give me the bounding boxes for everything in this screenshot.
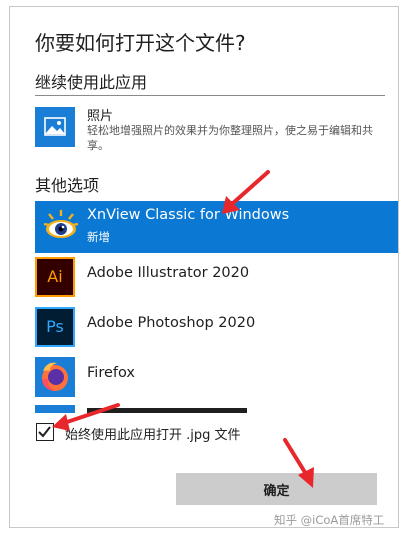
always-use-label: 始终使用此应用打开 .jpg 文件 [65,428,241,443]
app-name-xnview: XnView Classic for Windows [87,207,290,223]
firefox-icon [35,357,75,397]
photoshop-icon-text: Ps [46,317,64,336]
always-use-toggle[interactable]: 始终使用此应用打开 .jpg 文件 [35,422,335,444]
photos-icon [35,107,75,147]
illustrator-icon: Ai [35,257,75,297]
app-row-illustrator[interactable]: Ai Adobe Illustrator 2020 [35,253,398,305]
app-description-photos: 轻松地增强照片的效果并为你整理照片，使之易于编辑和共享。 [87,124,373,152]
continue-divider [35,95,385,96]
watermark: 知乎 @iCoA首席特工 [274,513,385,527]
app-row-photoshop[interactable]: Ps Adobe Photoshop 2020 [35,303,398,355]
partial-app-icon [35,405,75,413]
checkmark-icon [38,426,51,438]
app-name-firefox: Firefox [87,365,135,381]
ok-button[interactable]: 确定 [176,473,377,505]
always-use-checkbox[interactable] [36,423,54,441]
app-name-photoshop: Adobe Photoshop 2020 [87,315,256,331]
illustrator-icon-text: Ai [47,267,63,286]
app-name-photos: 照片 [87,109,114,124]
continue-section-label: 继续使用此应用 [35,73,148,92]
xnview-icon [41,207,81,247]
app-row-photos[interactable]: 照片 轻松地增强照片的效果并为你整理照片，使之易于编辑和共享。 [35,103,398,155]
partial-app-row [35,405,398,413]
app-row-firefox[interactable]: Firefox [35,353,398,405]
app-name-illustrator: Adobe Illustrator 2020 [87,265,250,281]
open-with-dialog: 你要如何打开这个文件? 继续使用此应用 照片 轻松地增强照片的效果并为你整理照片… [9,6,399,528]
partial-app-name [87,408,247,413]
other-section-label: 其他选项 [35,176,100,195]
app-new-badge: 新增 [87,230,110,244]
app-row-xnview[interactable]: XnView Classic for Windows 新增 [35,201,398,253]
dialog-title: 你要如何打开这个文件? [35,31,246,55]
photoshop-icon: Ps [35,307,75,347]
